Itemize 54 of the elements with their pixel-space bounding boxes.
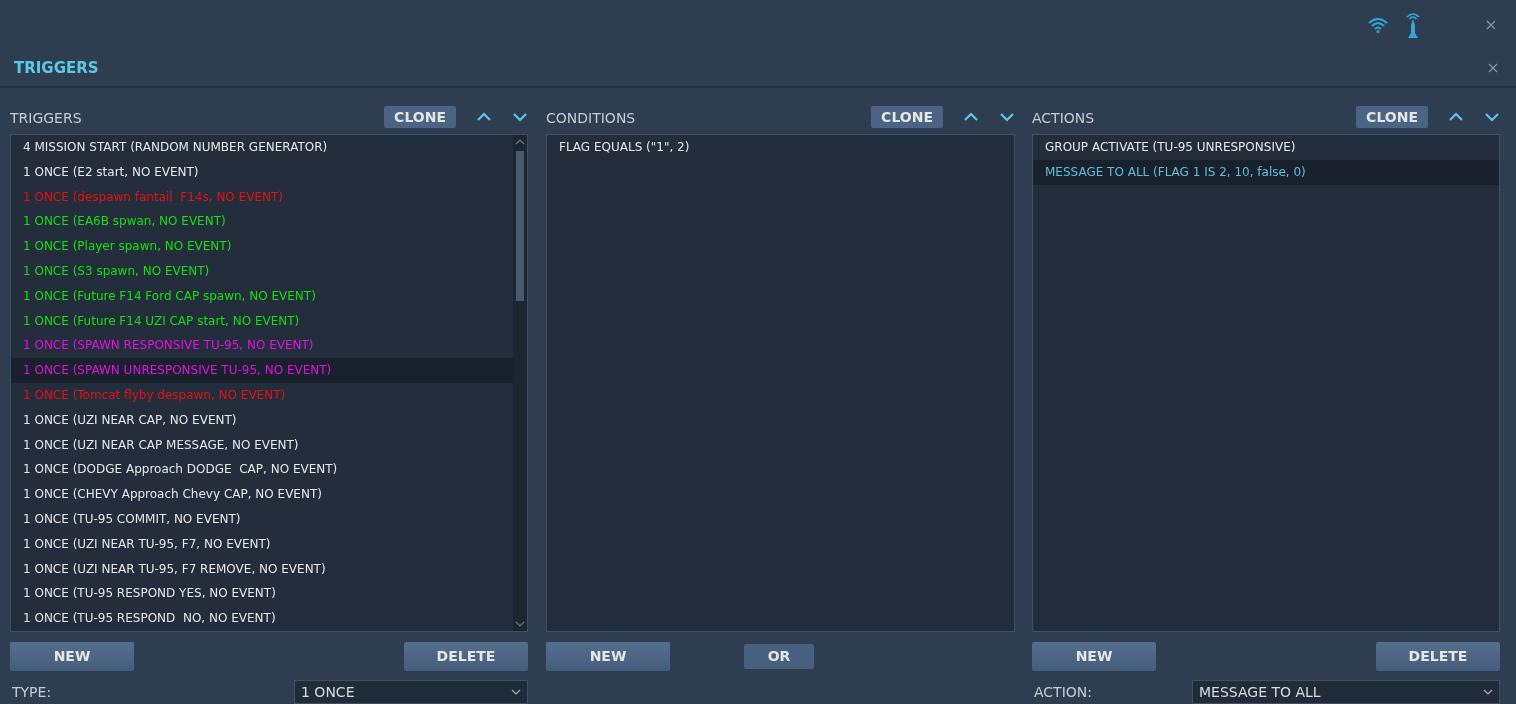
new-button[interactable]: NEW (10, 641, 134, 671)
scroll-up-icon[interactable] (515, 139, 525, 145)
list-item[interactable]: GROUP ACTIVATE (TU-95 UNRESPONSIVE) (1033, 135, 1499, 160)
move-up-icon[interactable] (476, 112, 492, 122)
scroll-down-icon[interactable] (515, 621, 525, 627)
list-item[interactable]: 1 ONCE (Player spawn, NO EVENT) (11, 234, 513, 259)
move-down-icon[interactable] (1484, 112, 1500, 122)
panel-title: TRIGGERS (10, 109, 83, 126)
list-item[interactable]: 1 ONCE (UZI NEAR CAP, NO EVENT) (11, 407, 513, 433)
or-button[interactable]: OR (744, 643, 814, 669)
field-label: TYPE: (11, 684, 52, 700)
window-title: TRIGGERS (14, 59, 99, 77)
list-item[interactable]: FLAG EQUALS ("1", 2) (547, 135, 1014, 160)
dropdown[interactable]: MESSAGE TO ALL (1192, 680, 1500, 704)
list-item[interactable]: 1 ONCE (CHEVY Approach Chevy CAP, NO EVENT) (11, 482, 513, 507)
list-item[interactable]: 1 ONCE (UZI NEAR TU-95, F7, NO EVENT) (11, 531, 513, 557)
chevron-down-icon (1483, 689, 1493, 695)
chevron-down-icon (511, 689, 521, 695)
delete-button[interactable]: DELETE (404, 641, 528, 671)
scrollbar[interactable] (513, 135, 527, 631)
panel-title: ACTIONS (1032, 109, 1096, 126)
close-icon[interactable] (1488, 63, 1498, 73)
list-item[interactable]: 1 ONCE (TU-95 RESPOND NO, NO EVENT) (11, 606, 513, 631)
field-label: ACTION: (1033, 684, 1092, 700)
list-item[interactable]: 1 ONCE (TU-95 RESPOND YES, NO EVENT) (11, 581, 513, 607)
clone-button[interactable]: CLONE (1356, 106, 1428, 128)
move-down-icon[interactable] (512, 112, 528, 122)
move-up-icon[interactable] (1448, 112, 1464, 122)
list-item[interactable]: 1 ONCE (EA6B spwan, NO EVENT) (11, 209, 513, 235)
list-item[interactable]: 1 ONCE (TU-95 COMMIT, NO EVENT) (11, 506, 513, 532)
delete-button[interactable]: DELETE (1376, 641, 1500, 671)
list-item[interactable]: 1 ONCE (Future F14 UZI CAP start, NO EVENT) (11, 308, 513, 334)
list-item[interactable]: 1 ONCE (UZI NEAR CAP MESSAGE, NO EVENT) (11, 432, 513, 458)
list-item[interactable]: 1 ONCE (DODGE Approach DODGE CAP, NO EVENT) (11, 457, 513, 483)
scrollbar-thumb[interactable] (516, 151, 524, 301)
move-down-icon[interactable] (999, 112, 1015, 122)
list-item[interactable]: 1 ONCE (SPAWN RESPONSIVE TU-95, NO EVENT) (11, 333, 513, 359)
list-item[interactable]: 1 ONCE (UZI NEAR TU-95, F7 REMOVE, NO EVENT) (11, 556, 513, 582)
list-item[interactable]: 4 MISSION START (RANDOM NUMBER GENERATOR) (11, 135, 513, 160)
new-button[interactable]: NEW (1032, 641, 1156, 671)
list-item[interactable]: MESSAGE TO ALL (FLAG 1 IS 2, 10, false, 0) (1033, 159, 1499, 185)
dropdown[interactable]: 1 ONCE (294, 680, 528, 704)
wifi-icon[interactable] (1368, 17, 1388, 33)
close-icon[interactable] (1486, 20, 1496, 30)
list-item[interactable]: 1 ONCE (S3 spawn, NO EVENT) (11, 259, 513, 284)
list-item[interactable]: 1 ONCE (Future F14 Ford CAP spawn, NO EVENT) (11, 283, 513, 309)
panel-title: CONDITIONS (546, 109, 637, 126)
list-item[interactable]: 1 ONCE (E2 start, NO EVENT) (11, 159, 513, 185)
move-up-icon[interactable] (963, 112, 979, 122)
clone-button[interactable]: CLONE (871, 106, 943, 128)
radio-tower-icon[interactable] (1404, 11, 1422, 39)
clone-button[interactable]: CLONE (384, 106, 456, 128)
list-item[interactable]: 1 ONCE (SPAWN UNRESPONSIVE TU-95, NO EVENT) (11, 358, 513, 383)
new-button[interactable]: NEW (546, 641, 670, 671)
